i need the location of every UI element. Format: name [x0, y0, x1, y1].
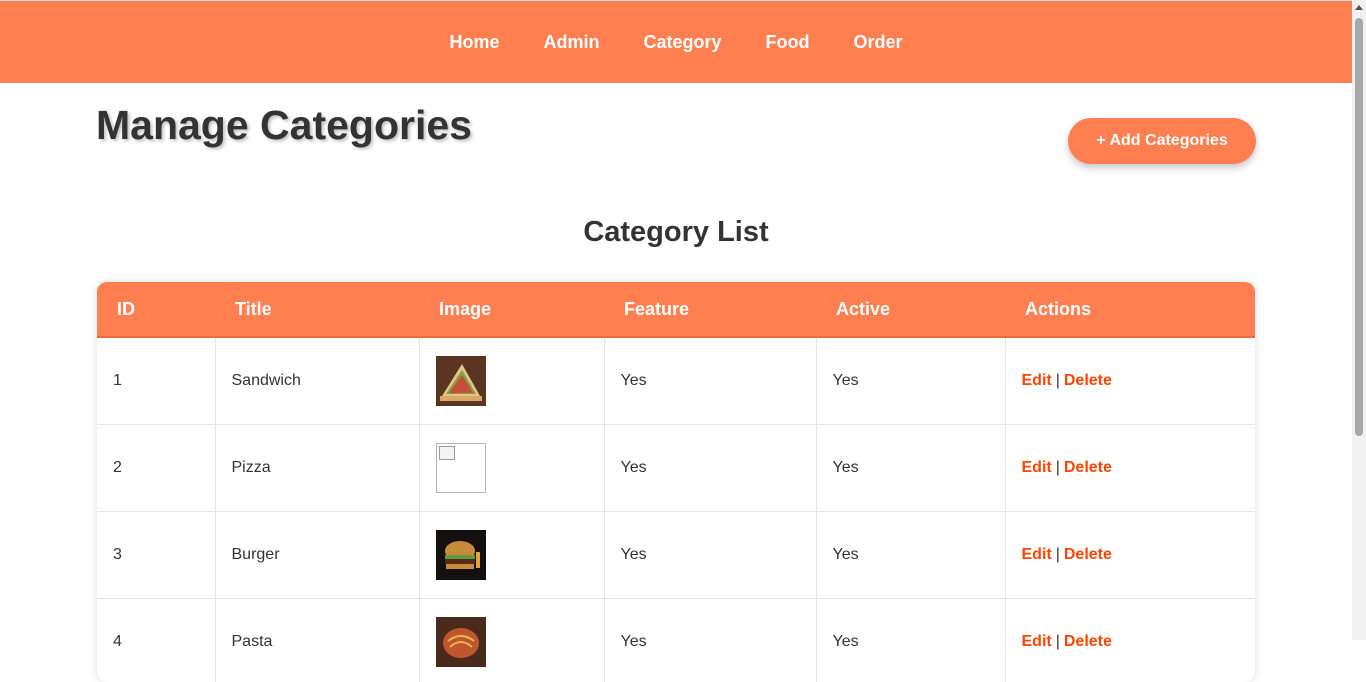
cell-feature: Yes — [604, 337, 817, 424]
cell-image — [419, 424, 605, 511]
action-separator: | — [1055, 458, 1060, 476]
column-header-image: Image — [439, 298, 492, 319]
delete-link[interactable]: Delete — [1064, 459, 1112, 476]
edit-link[interactable]: Edit — [1022, 546, 1052, 563]
nav-link-order[interactable]: Order — [854, 32, 903, 52]
cell-actions: Edit | Delete — [1005, 337, 1255, 424]
table-header-row: ID Title Image Feature Active Actions — [97, 282, 1255, 337]
nav-link-food[interactable]: Food — [766, 32, 810, 52]
cell-feature: Yes — [604, 511, 817, 598]
pasta-image — [435, 616, 486, 667]
cell-active: Yes — [816, 424, 1006, 511]
cell-actions: Edit | Delete — [1005, 424, 1255, 511]
table-row: 1 Sandwich Yes Yes Edit | Delete — [97, 337, 1255, 424]
cell-id: 4 — [97, 598, 216, 682]
vertical-scrollbar[interactable] — [1352, 0, 1366, 640]
cell-image — [419, 337, 605, 424]
delete-link[interactable]: Delete — [1064, 546, 1112, 563]
delete-link[interactable]: Delete — [1064, 633, 1112, 650]
nav-link-category[interactable]: Category — [643, 32, 721, 52]
cell-title: Pizza — [215, 424, 420, 511]
cell-actions: Edit | Delete — [1005, 511, 1255, 598]
cell-image — [419, 511, 605, 598]
page-title: Manage Categories — [96, 102, 472, 148]
action-separator: | — [1055, 371, 1060, 389]
delete-link[interactable]: Delete — [1064, 372, 1112, 389]
cell-active: Yes — [816, 598, 1006, 682]
cell-feature: Yes — [604, 598, 817, 682]
nav-link-admin[interactable]: Admin — [543, 32, 599, 52]
column-header-actions: Actions — [1025, 298, 1092, 319]
cell-feature: Yes — [604, 424, 817, 511]
cell-title: Sandwich — [215, 337, 420, 424]
cell-id: 2 — [97, 424, 216, 511]
cell-id: 3 — [97, 511, 216, 598]
cell-id: 1 — [97, 337, 216, 424]
column-header-feature: Feature — [624, 298, 690, 319]
action-separator: | — [1055, 632, 1060, 650]
cell-active: Yes — [816, 511, 1006, 598]
scroll-up-arrow-icon[interactable] — [1355, 5, 1363, 10]
sandwich-image — [435, 355, 486, 406]
nav-menu: Home Admin Category Food Order — [0, 1, 1352, 83]
table-row: 4 Pasta Yes Yes Edit | Delete — [97, 598, 1255, 682]
category-table: ID Title Image Feature Active Actions 1 … — [97, 282, 1255, 682]
column-header-title: Title — [235, 298, 272, 319]
category-table-container: ID Title Image Feature Active Actions 1 … — [97, 282, 1255, 682]
table-row: 3 Burger Yes Yes Edit | Delete — [97, 511, 1255, 598]
category-list-title: Category List — [583, 216, 769, 248]
edit-link[interactable]: Edit — [1022, 459, 1052, 476]
scrollbar-thumb[interactable] — [1355, 18, 1363, 436]
broken-image-icon — [435, 442, 486, 493]
action-separator: | — [1055, 545, 1060, 563]
cell-image — [419, 598, 605, 682]
edit-link[interactable]: Edit — [1022, 372, 1052, 389]
top-navbar: Home Admin Category Food Order — [0, 0, 1352, 83]
table-row: 2 Pizza Yes Yes Edit | Delete — [97, 424, 1255, 511]
add-categories-button[interactable]: + Add Categories — [1068, 118, 1256, 164]
cell-title: Burger — [215, 511, 420, 598]
burger-image — [435, 529, 486, 580]
cell-active: Yes — [816, 337, 1006, 424]
column-header-active: Active — [836, 298, 891, 319]
column-header-id: ID — [117, 298, 135, 319]
cell-actions: Edit | Delete — [1005, 598, 1255, 682]
edit-link[interactable]: Edit — [1022, 633, 1052, 650]
nav-link-home[interactable]: Home — [449, 32, 499, 52]
cell-title: Pasta — [215, 598, 420, 682]
